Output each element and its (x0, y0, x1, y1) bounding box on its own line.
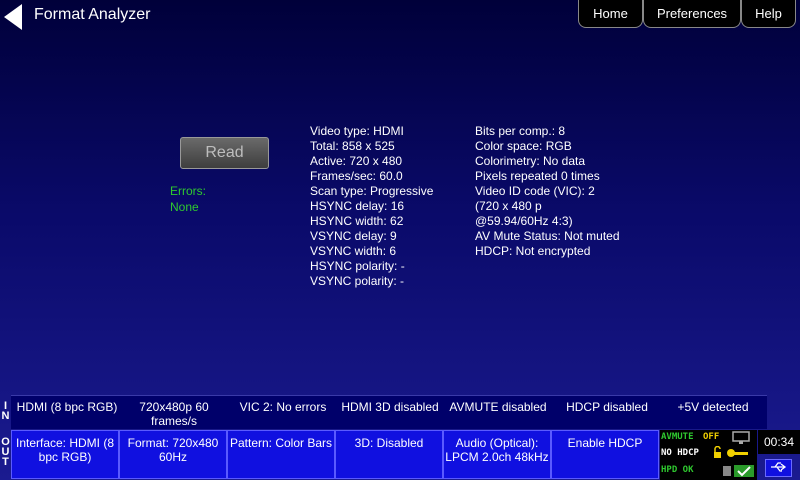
info-line: Pixels repeated 0 times (475, 169, 600, 183)
input-status-bar: HDMI (8 bpc RGB) 720x480p 60 frames/s VI… (11, 395, 767, 429)
hpd-status: HPD OK (661, 465, 694, 475)
info-line: Bits per comp.: 8 (475, 124, 566, 138)
errors-panel: Errors: None (170, 183, 206, 215)
output-status-panel: AVMUTE OFF NO HDCP HPD OK (660, 430, 757, 480)
info-line: Color space: RGB (475, 139, 572, 153)
info-line: VSYNC delay: 9 (310, 229, 397, 243)
info-line: (720 x 480 p (475, 199, 542, 213)
video-info-right: Bits per comp.: 8 Color space: RGB Color… (475, 124, 620, 259)
in-status-3d: HDMI 3D disabled (341, 400, 439, 414)
in-status-vic: VIC 2: No errors (239, 400, 327, 414)
usb-icon[interactable] (765, 459, 792, 477)
title-bar: Format Analyzer Home Preferences Help (0, 0, 800, 32)
video-info-left: Video type: HDMI Total: 858 x 525 Active… (310, 124, 433, 289)
hdcp-key-icon (714, 446, 748, 458)
hdcp-status: NO HDCP (661, 448, 699, 458)
output-controls-bar: Interface: HDMI (8 bpc RGB) Format: 720x… (11, 430, 659, 480)
clock-time: 00:34 (758, 430, 800, 454)
info-line: AV Mute Status: Not muted (475, 229, 620, 243)
monitor-icon (732, 431, 750, 444)
in-status-hdcp: HDCP disabled (566, 400, 648, 414)
in-status-interface: HDMI (8 bpc RGB) (16, 400, 118, 414)
audio-button[interactable]: Audio (Optical): LPCM 2.0ch 48kHz (443, 430, 551, 479)
info-line: VSYNC polarity: - (310, 274, 405, 288)
info-line: HSYNC width: 62 (310, 214, 404, 228)
interface-button[interactable]: Interface: HDMI (8 bpc RGB) (11, 430, 119, 479)
info-line: HSYNC delay: 16 (310, 199, 405, 213)
hpd-ok-icon (723, 465, 754, 477)
in-status-format: 720x480p 60 frames/s (139, 400, 209, 428)
avmute-state: OFF (703, 432, 720, 442)
format-button[interactable]: Format: 720x480 60Hz (119, 430, 227, 479)
info-line: Frames/sec: 60.0 (310, 169, 403, 183)
info-line: Video ID code (VIC): 2 (475, 184, 595, 198)
info-line: Colorimetry: No data (475, 154, 586, 168)
errors-label: Errors: (170, 184, 206, 198)
enable-hdcp-button[interactable]: Enable HDCP (551, 430, 659, 479)
info-line: HDCP: Not encrypted (475, 244, 591, 258)
3d-button[interactable]: 3D: Disabled (335, 430, 443, 479)
info-line: VSYNC width: 6 (310, 244, 397, 258)
read-button[interactable]: Read (180, 137, 269, 169)
home-button[interactable]: Home (578, 0, 643, 28)
info-line: Video type: HDMI (310, 124, 404, 138)
help-button[interactable]: Help (741, 0, 796, 28)
info-line: Scan type: Progressive (310, 184, 434, 198)
pattern-button[interactable]: Pattern: Color Bars (227, 430, 335, 479)
in-status-5v: +5V detected (677, 400, 749, 414)
in-status-avmute: AVMUTE disabled (449, 400, 547, 414)
errors-value: None (170, 200, 199, 214)
in-label: I N (1, 400, 10, 422)
avmute-status: AVMUTE (661, 432, 694, 442)
info-line: Active: 720 x 480 (310, 154, 403, 168)
preferences-button[interactable]: Preferences (643, 0, 741, 28)
page-title: Format Analyzer (34, 6, 151, 23)
info-line: @59.94/60Hz 4:3) (475, 214, 573, 228)
out-label: O U T (1, 436, 10, 468)
info-line: Total: 858 x 525 (310, 139, 395, 153)
info-line: HSYNC polarity: - (310, 259, 405, 273)
back-arrow-icon[interactable] (4, 4, 22, 30)
